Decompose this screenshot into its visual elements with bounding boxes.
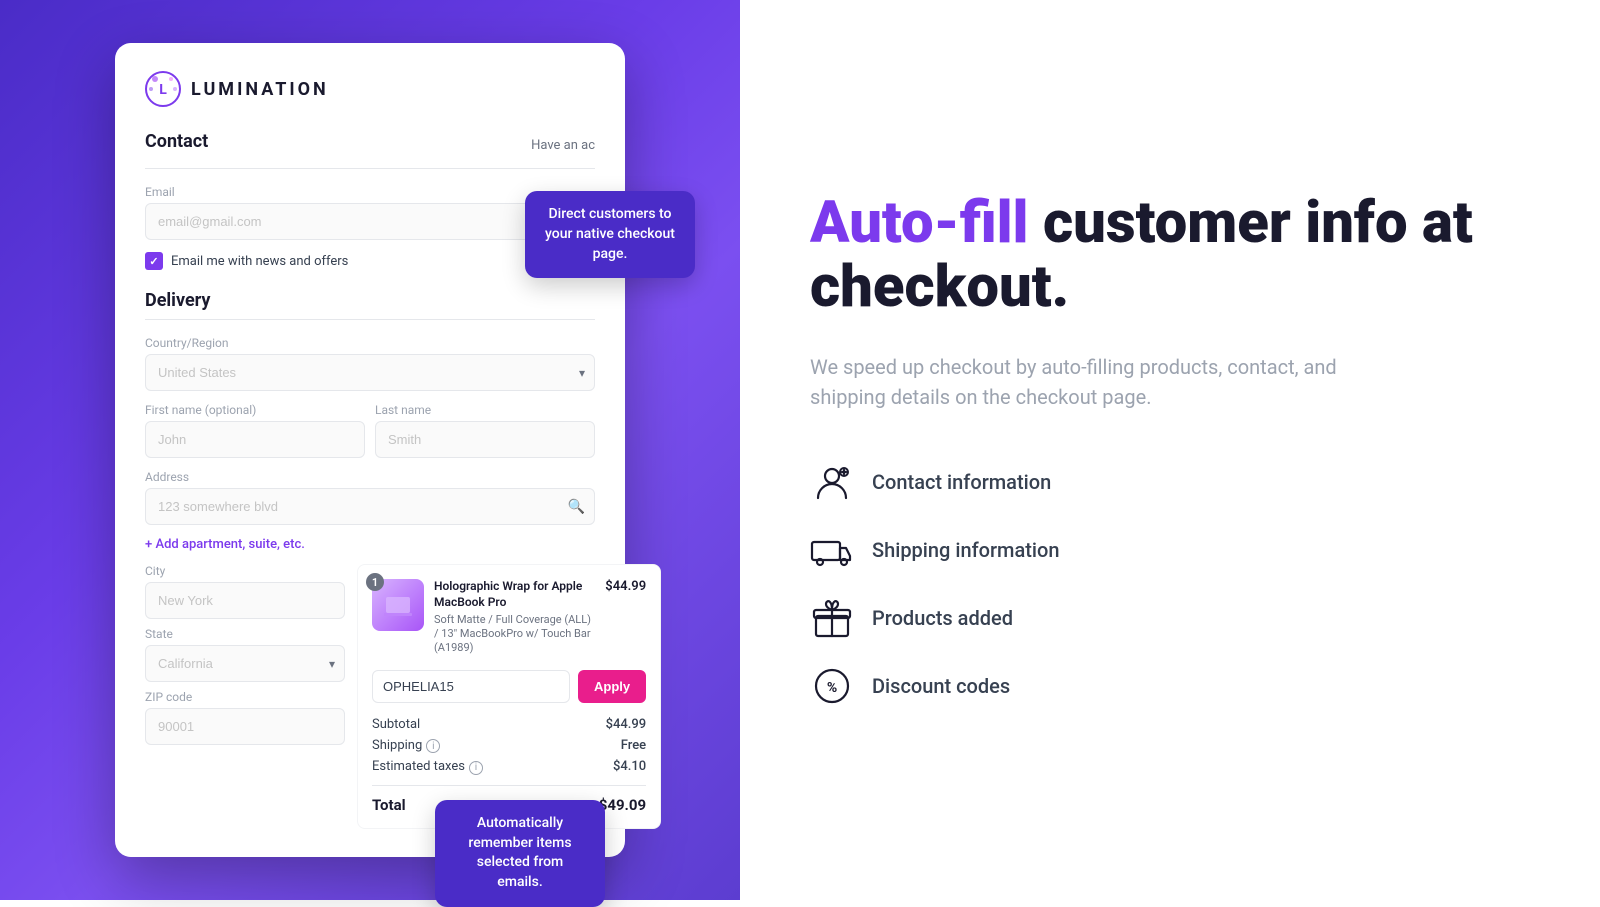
add-apt-link[interactable]: + Add apartment, suite, etc.	[145, 537, 595, 552]
country-input-wrap: ▾	[145, 354, 595, 391]
checkbox-check[interactable]	[145, 252, 163, 270]
have-account-text: Have an ac	[531, 138, 595, 153]
discount-icon: %	[810, 664, 854, 708]
first-name-input[interactable]	[145, 421, 365, 458]
address-input-wrap: 🔍	[145, 488, 595, 525]
zip-label: ZIP code	[145, 690, 345, 704]
product-price: $44.99	[605, 579, 646, 655]
address-input[interactable]	[145, 488, 595, 525]
product-variant: Soft Matte / Full Coverage (ALL) / 13" M…	[434, 613, 595, 656]
shipping-label: Shippingi	[372, 738, 440, 754]
city-label: City	[145, 564, 345, 578]
feature-list: Contact information Shipping information	[810, 460, 1530, 708]
state-input[interactable]	[145, 645, 345, 682]
right-panel: Auto-fill customer info at checkout. We …	[740, 0, 1600, 900]
state-input-wrap: ▾	[145, 645, 345, 682]
zip-input[interactable]	[145, 708, 345, 745]
city-group: City	[145, 564, 345, 619]
shipping-info-icon[interactable]: i	[426, 739, 440, 753]
tooltip-remember: Automatically remember items selected fr…	[435, 800, 605, 906]
checkbox-label: Email me with news and offers	[171, 254, 348, 269]
taxes-info-icon[interactable]: i	[469, 761, 483, 775]
feature-shipping: Shipping information	[810, 528, 1530, 572]
product-name: Holographic Wrap for Apple MacBook Pro	[434, 579, 595, 610]
left-panel: L LUMINATION Contact Have an ac Email Em…	[0, 0, 740, 900]
search-icon: 🔍	[568, 499, 585, 515]
first-name-label: First name (optional)	[145, 403, 365, 417]
macbook-icon	[382, 589, 414, 621]
feature-shipping-label: Shipping information	[872, 538, 1060, 562]
last-name-group: Last name	[375, 403, 595, 458]
delivery-title: Delivery	[145, 290, 595, 311]
bottom-row: City State ▾ ZIP code	[145, 564, 595, 828]
delivery-divider	[145, 319, 595, 320]
headline-purple: Auto-fill	[810, 189, 1029, 257]
shipping-value: Free	[621, 738, 646, 754]
taxes-label: Estimated taxesi	[372, 759, 483, 775]
shipping-icon	[810, 528, 854, 572]
city-input[interactable]	[145, 582, 345, 619]
discount-input[interactable]	[372, 670, 570, 703]
country-input[interactable]	[145, 354, 595, 391]
product-info: Holographic Wrap for Apple MacBook Pro S…	[434, 579, 595, 655]
taxes-row: Estimated taxesi $4.10	[372, 759, 646, 775]
feature-discount: % Discount codes	[810, 664, 1530, 708]
total-value: $49.09	[599, 796, 646, 814]
logo-area: L LUMINATION	[145, 71, 595, 107]
discount-row: Apply	[372, 670, 646, 703]
country-label: Country/Region	[145, 336, 595, 350]
total-label: Total	[372, 796, 406, 814]
headline: Auto-fill customer info at checkout.	[810, 192, 1530, 320]
country-group: Country/Region ▾	[145, 336, 595, 391]
last-name-label: Last name	[375, 403, 595, 417]
subtotal-label: Subtotal	[372, 717, 420, 732]
address-label: Address	[145, 470, 595, 484]
logo-text: LUMINATION	[191, 79, 329, 100]
product-row: 1 Holographic Wrap for Apple MacBook Pro…	[372, 579, 646, 655]
contact-divider	[145, 168, 595, 169]
city-state-zip: City State ▾ ZIP code	[145, 564, 345, 828]
apply-button[interactable]: Apply	[578, 670, 646, 703]
gift-icon	[810, 596, 854, 640]
feature-discount-label: Discount codes	[872, 674, 1010, 698]
state-group: State ▾	[145, 627, 345, 682]
subtotal-row: Subtotal $44.99	[372, 717, 646, 732]
feature-contact: Contact information	[810, 460, 1530, 504]
address-group: Address 🔍	[145, 470, 595, 525]
checkout-card: L LUMINATION Contact Have an ac Email Em…	[115, 43, 625, 856]
tooltip-direct: Direct customers to your native checkout…	[525, 191, 695, 278]
last-name-input[interactable]	[375, 421, 595, 458]
contact-title: Contact	[145, 131, 208, 152]
feature-products: Products added	[810, 596, 1530, 640]
first-name-group: First name (optional)	[145, 403, 365, 458]
svg-text:L: L	[159, 82, 167, 98]
zip-group: ZIP code	[145, 690, 345, 745]
contact-icon	[810, 460, 854, 504]
taxes-value: $4.10	[613, 759, 646, 775]
shipping-row: Shippingi Free	[372, 738, 646, 754]
feature-contact-label: Contact information	[872, 470, 1051, 494]
contact-header: Contact Have an ac	[145, 131, 595, 160]
subtext: We speed up checkout by auto-filling pro…	[810, 352, 1370, 412]
subtotal-value: $44.99	[606, 717, 647, 732]
state-label: State	[145, 627, 345, 641]
order-summary: 1 Holographic Wrap for Apple MacBook Pro…	[357, 564, 661, 828]
name-row: First name (optional) Last name	[145, 403, 595, 458]
delivery-section: Delivery Country/Region ▾ First name (op…	[145, 290, 595, 552]
svg-text:%: %	[827, 680, 837, 696]
product-image-wrap: 1	[372, 579, 424, 655]
logo-icon: L	[145, 71, 181, 107]
feature-products-label: Products added	[872, 606, 1013, 630]
